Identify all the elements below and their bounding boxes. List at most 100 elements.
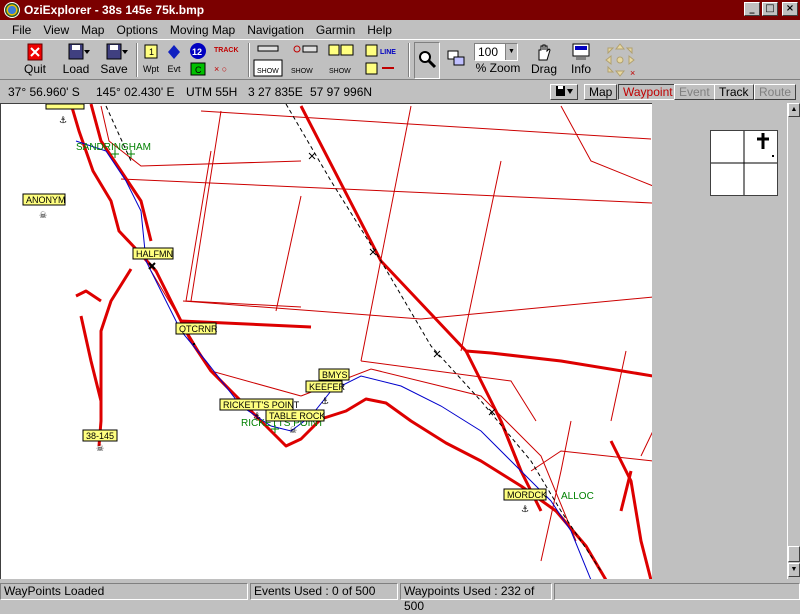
save-icon	[104, 42, 128, 62]
windows-icon	[446, 48, 466, 68]
title-bar: OziExplorer - 38s 145e 75k.bmp _ □ ×	[0, 0, 800, 20]
scroll-thumb[interactable]	[788, 546, 800, 562]
tab-route[interactable]: Route	[754, 84, 797, 100]
menu-help[interactable]: Help	[361, 23, 398, 37]
waypoint-anonym[interactable]: ANONYM ☠	[22, 193, 66, 221]
waypoint-button[interactable]: 1 Wpt	[140, 42, 162, 79]
waypoint-bmys[interactable]: BMYS	[318, 368, 350, 381]
menu-file[interactable]: File	[6, 23, 37, 37]
svg-text:☠: ☠	[39, 211, 47, 221]
map-canvas: SANDRINGHAM RICKETTS POINT ALLOC ANONYM …	[22, 104, 652, 579]
menu-map[interactable]: Map	[75, 23, 110, 37]
hand-icon	[534, 42, 554, 62]
menu-options[interactable]: Options	[110, 23, 163, 37]
svg-text:TABLE ROCK: TABLE ROCK	[269, 411, 325, 421]
waypoint-keefer[interactable]: KEEFER ⚓	[305, 380, 346, 407]
status-empty	[554, 583, 800, 600]
window-tool-button[interactable]	[444, 42, 468, 79]
line-button[interactable]: LINE	[362, 42, 398, 79]
svg-text:1: 1	[149, 47, 154, 57]
menu-view[interactable]: View	[37, 23, 75, 37]
svg-text:C: C	[195, 65, 202, 75]
svg-text:⚓: ⚓	[59, 116, 67, 126]
show-waypoints-button[interactable]: SHOW	[289, 42, 321, 79]
menu-moving-map[interactable]: Moving Map	[164, 23, 241, 37]
utm-zone: UTM 55H	[186, 85, 238, 99]
map-view[interactable]: SANDRINGHAM RICKETTS POINT ALLOC ANONYM …	[0, 103, 652, 579]
close-button[interactable]: ×	[782, 2, 798, 16]
drag-button[interactable]: Drag	[528, 42, 560, 79]
maximize-button[interactable]: □	[762, 2, 778, 16]
quit-button[interactable]: Quit	[22, 42, 48, 79]
svg-text:QTCRNR: QTCRNR	[179, 324, 218, 334]
tab-waypoint[interactable]: Waypoint	[618, 84, 678, 100]
svg-text:⚓: ⚓	[521, 505, 529, 515]
zoom-select[interactable]: 100 ▼	[474, 43, 518, 61]
floppy-icon	[556, 86, 573, 96]
latitude: 37° 56.960' S	[8, 85, 80, 99]
status-bar: WayPoints Loaded Events Used : 0 of 500 …	[0, 582, 800, 613]
svg-text:☠: ☠	[96, 444, 104, 454]
menu-navigation[interactable]: Navigation	[241, 23, 310, 37]
scroll-up-arrow-icon[interactable]: ▲	[788, 103, 800, 117]
menu-bar: File View Map Options Moving Map Navigat…	[0, 20, 800, 39]
menu-garmin[interactable]: Garmin	[310, 23, 361, 37]
svg-text:HALFMN: HALFMN	[136, 249, 173, 259]
minimize-button[interactable]: _	[744, 2, 760, 16]
tab-map[interactable]: Map	[584, 84, 618, 100]
events-used: Events Used : 0 of 500	[250, 583, 398, 600]
chevron-down-icon[interactable]: ▼	[505, 44, 517, 60]
show-label: SHOW	[257, 68, 279, 75]
svg-text:MORDCK: MORDCK	[507, 490, 547, 500]
vertical-scrollbar[interactable]: ▲ ▼	[787, 103, 800, 579]
window-title: OziExplorer - 38s 145e 75k.bmp	[24, 3, 205, 17]
tab-track[interactable]: Track	[714, 84, 754, 100]
show-track-button[interactable]: SHOW	[252, 42, 284, 79]
svg-text:KEEFER: KEEFER	[309, 382, 346, 392]
svg-text:ANONYM: ANONYM	[26, 195, 66, 205]
track-label: TRACK	[214, 47, 239, 54]
place-sandringham: SANDRINGHAM	[76, 142, 151, 153]
longitude: 145° 02.430' E	[96, 85, 175, 99]
waypoint-qtcrnr[interactable]: QTCRNR	[175, 322, 218, 345]
show-label-2: SHOW	[291, 68, 313, 75]
route-icon: 12 C	[188, 42, 208, 76]
track-show-icon: SHOW	[252, 42, 284, 77]
quit-icon	[25, 42, 45, 62]
svg-text:⚓: ⚓	[253, 412, 261, 422]
load-icon	[66, 42, 90, 62]
save-view-button[interactable]	[550, 84, 578, 100]
overview-map[interactable]	[710, 130, 778, 196]
route-button[interactable]: 12 C	[188, 42, 208, 79]
info-button[interactable]: Info	[566, 42, 596, 79]
load-button[interactable]: Load	[60, 42, 92, 79]
zoom-label: % Zoom	[475, 61, 521, 75]
track-icon: TRACK × ○	[212, 42, 244, 74]
save-button[interactable]: Save	[98, 42, 130, 79]
waypoint-icon: 1	[141, 42, 161, 62]
show-label-3: SHOW	[329, 68, 351, 75]
diamond-icon	[164, 42, 184, 62]
event-button[interactable]: Evt	[164, 42, 184, 79]
info-icon	[571, 42, 591, 62]
line-icon: LINE	[362, 42, 398, 75]
zoom-tool-button[interactable]	[414, 42, 440, 79]
svg-text:38-145: 38-145	[86, 431, 114, 441]
track-button[interactable]: TRACK × ○	[212, 42, 244, 79]
svg-text:BMYS: BMYS	[322, 370, 348, 380]
northing: 57 97 996N	[310, 85, 373, 99]
svg-text:⚓: ⚓	[321, 397, 329, 407]
status-message: WayPoints Loaded	[0, 583, 248, 600]
scroll-down-arrow-icon[interactable]: ▼	[788, 563, 800, 577]
waypoint-halfmn[interactable]: HALFMN	[132, 247, 174, 270]
names-show-icon: SHOW	[326, 42, 356, 75]
easting: 3 27 835E	[248, 85, 303, 99]
magnifier-icon	[417, 49, 437, 69]
show-names-button[interactable]: SHOW	[326, 42, 356, 79]
waypoints-used: Waypoints Used : 232 of 500	[400, 583, 552, 613]
svg-text:×: ×	[630, 68, 635, 78]
pan-arrows[interactable]: ×	[600, 42, 640, 79]
badge-12: 12	[192, 47, 202, 57]
tab-event[interactable]: Event	[674, 84, 715, 100]
waypoint-sandringham-top[interactable]: ⚓	[45, 104, 85, 126]
